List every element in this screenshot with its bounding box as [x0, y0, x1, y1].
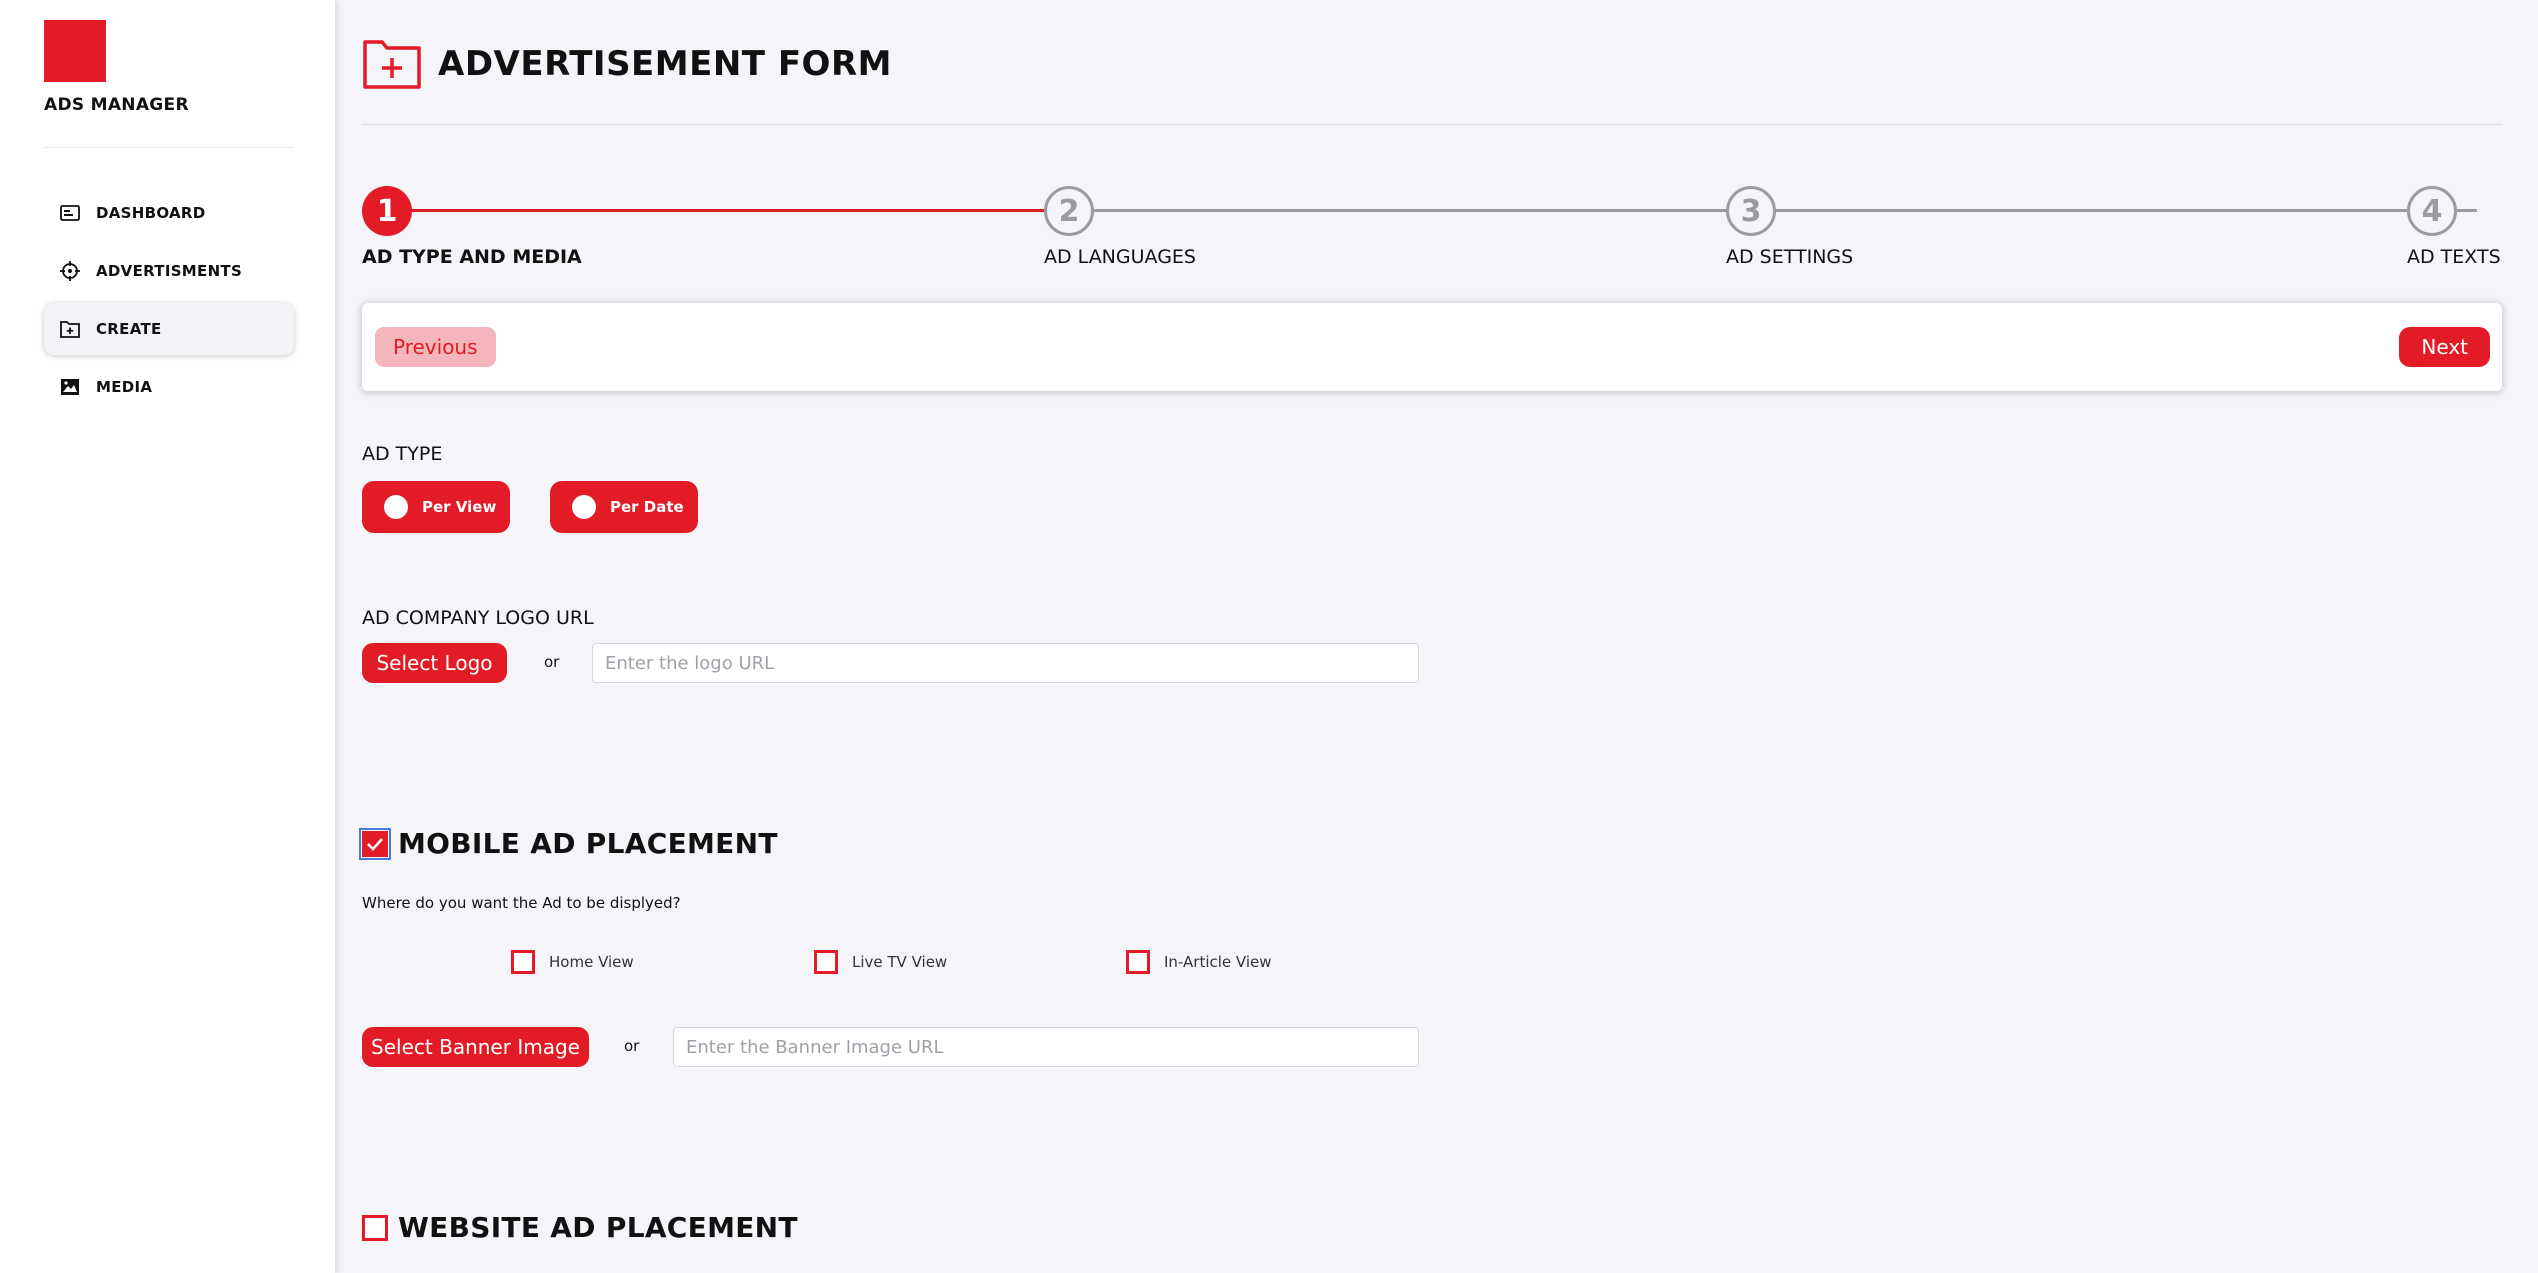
checkbox-icon[interactable]	[814, 950, 838, 974]
image-icon	[60, 377, 80, 397]
mobile-ad-placement-header: MOBILE AD PLACEMENT	[359, 827, 778, 860]
next-button[interactable]: Next	[2399, 327, 2490, 367]
radio-icon	[384, 495, 408, 519]
mobile-ad-placement-checkbox[interactable]	[359, 827, 391, 860]
per-view-option[interactable]: Per View	[362, 481, 510, 533]
step-2[interactable]: 2 AD LANGUAGES	[1044, 186, 1196, 268]
option-label: Per Date	[610, 498, 684, 516]
page-header: ADVERTISEMENT FORM	[362, 38, 892, 90]
select-logo-button[interactable]: Select Logo	[362, 643, 507, 683]
main-content: ADVERTISEMENT FORM 1 AD TYPE AND MEDIA 2…	[359, 0, 2502, 1273]
step-number: 1	[362, 186, 412, 236]
sidebar-item-label: CREATE	[96, 320, 162, 338]
dashboard-icon	[60, 203, 80, 223]
target-icon	[60, 261, 80, 281]
stepper-progress-line	[387, 209, 1070, 212]
brand-name: ADS MANAGER	[44, 95, 189, 115]
radio-icon	[572, 495, 596, 519]
website-ad-placement-checkbox[interactable]	[362, 1214, 388, 1241]
sidebar: ADS MANAGER DASHBOARD ADVERTISMENTS CREA…	[0, 0, 335, 1273]
sidebar-item-advertisments[interactable]: ADVERTISMENTS	[44, 245, 294, 297]
banner-image-url-input[interactable]	[673, 1027, 1419, 1067]
step-number: 2	[1044, 186, 1094, 236]
option-label: Home View	[549, 953, 634, 971]
sidebar-nav: DASHBOARD ADVERTISMENTS CREATE MEDIA	[44, 187, 294, 419]
placement-question: Where do you want the Ad to be displyed?	[362, 894, 681, 912]
step-label: AD TYPE AND MEDIA	[362, 246, 582, 268]
option-label: Live TV View	[852, 953, 948, 971]
website-ad-placement-header: WEBSITE AD PLACEMENT	[362, 1211, 798, 1244]
sidebar-item-label: DASHBOARD	[96, 204, 206, 222]
or-text: or	[624, 1037, 640, 1055]
section-title: MOBILE AD PLACEMENT	[398, 827, 778, 860]
home-view-option[interactable]: Home View	[511, 950, 634, 974]
step-1[interactable]: 1 AD TYPE AND MEDIA	[362, 186, 582, 268]
step-3[interactable]: 3 AD SETTINGS	[1726, 186, 1853, 268]
ad-type-label: AD TYPE	[362, 443, 443, 465]
step-number: 3	[1726, 186, 1776, 236]
step-label: AD TEXTS	[2407, 246, 2501, 268]
option-label: In-Article View	[1164, 953, 1272, 971]
section-title: WEBSITE AD PLACEMENT	[398, 1211, 798, 1244]
logo-url-label: AD COMPANY LOGO URL	[362, 607, 594, 629]
checkbox-icon[interactable]	[511, 950, 535, 974]
select-banner-image-button[interactable]: Select Banner Image	[362, 1027, 589, 1067]
live-tv-view-option[interactable]: Live TV View	[814, 950, 947, 974]
step-4[interactable]: 4 AD TEXTS	[2407, 186, 2501, 268]
sidebar-item-label: MEDIA	[96, 378, 153, 396]
step-number: 4	[2407, 186, 2457, 236]
sidebar-item-dashboard[interactable]: DASHBOARD	[44, 187, 294, 239]
sidebar-item-media[interactable]: MEDIA	[44, 361, 294, 413]
per-date-option[interactable]: Per Date	[550, 481, 698, 533]
previous-button[interactable]: Previous	[375, 327, 496, 367]
folder-plus-icon	[60, 319, 80, 339]
sidebar-item-label: ADVERTISMENTS	[96, 262, 243, 280]
step-navigation-card: Previous Next	[362, 303, 2502, 391]
sidebar-item-create[interactable]: CREATE	[44, 303, 294, 355]
or-text: or	[544, 653, 560, 671]
sidebar-divider	[44, 147, 294, 148]
brand-logo[interactable]	[44, 20, 106, 82]
step-label: AD LANGUAGES	[1044, 246, 1196, 268]
checkbox-icon[interactable]	[1126, 950, 1150, 974]
logo-url-input[interactable]	[592, 643, 1419, 683]
folder-plus-icon	[362, 38, 422, 90]
page-title: ADVERTISEMENT FORM	[438, 44, 892, 84]
form-stepper: 1 AD TYPE AND MEDIA 2 AD LANGUAGES 3 AD …	[362, 186, 2502, 276]
option-label: Per View	[422, 498, 497, 516]
header-divider	[362, 124, 2502, 125]
in-article-view-option[interactable]: In-Article View	[1126, 950, 1272, 974]
step-label: AD SETTINGS	[1726, 246, 1854, 268]
